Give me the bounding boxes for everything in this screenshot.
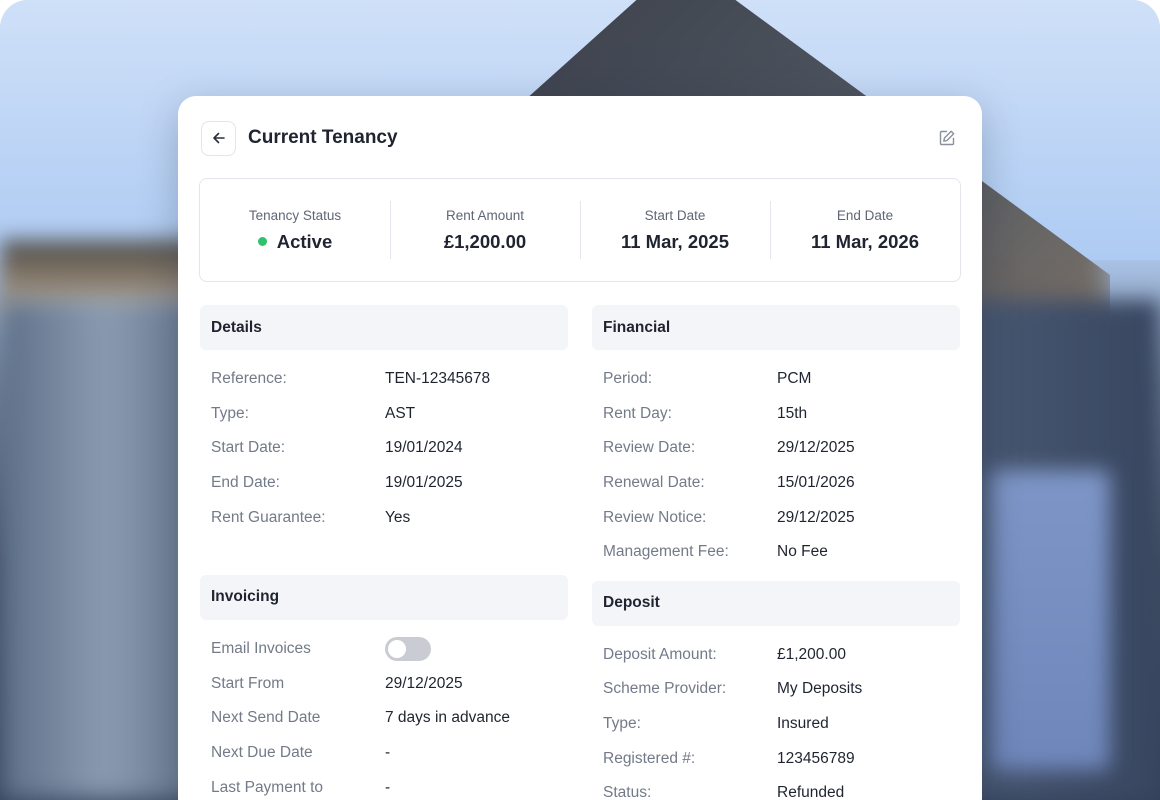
deposit-key: Registered #:: [603, 749, 696, 767]
deposit-value: Insured: [777, 715, 829, 733]
detail-row: Rent Guarantee: Yes: [200, 500, 568, 535]
summary-rent: Rent Amount £1,200.00: [390, 201, 580, 259]
details-list: Reference: TEN-12345678 Type: AST Start Da…: [200, 350, 568, 535]
financial-key: Renewal Date:: [603, 474, 705, 492]
financial-row: Rent Day: 15th: [592, 397, 960, 432]
financial-key: Management Fee:: [603, 543, 729, 561]
deposit-value: Refunded: [777, 784, 845, 800]
detail-value: AST: [385, 404, 416, 422]
financial-key: Review Notice:: [603, 508, 707, 526]
detail-key: Type:: [211, 404, 249, 422]
status-dot: [257, 237, 267, 246]
left-column: Details Reference: TEN-12345678 Type: AST …: [200, 305, 568, 800]
deposit-key: Deposit Amount:: [603, 645, 717, 663]
detail-key: End Date:: [211, 474, 280, 492]
invoicing-key: Next Due Date: [211, 744, 313, 762]
financial-value: 15/01/2026: [777, 474, 855, 492]
financial-value: 15th: [777, 404, 808, 422]
rent-value: £1,200.00: [443, 230, 527, 252]
deposit-key: Status:: [603, 784, 652, 800]
invoicing-row-email: Email Invoices: [200, 632, 568, 667]
detail-value: Yes: [385, 508, 411, 526]
deposit-key: Type:: [603, 715, 641, 733]
back-button[interactable]: [201, 120, 236, 156]
financial-value: PCM: [777, 370, 812, 388]
deposit-value: 123456789: [777, 749, 855, 767]
detail-row: Start Date: 19/01/2024: [200, 431, 568, 466]
details-header: Details: [200, 305, 568, 350]
invoicing-header: Invoicing: [200, 574, 568, 620]
start-date-value: 11 Mar, 2025: [620, 230, 729, 252]
email-invoices-label: Email Invoices: [211, 640, 311, 658]
invoicing-value: 7 days in advance: [385, 709, 510, 727]
detail-key: Reference:: [211, 370, 287, 388]
tenancy-summary: Tenancy Status Active Rent Amount £1,200…: [199, 178, 961, 282]
invoicing-value: -: [385, 744, 391, 762]
invoicing-row: Last Payment to -: [200, 770, 568, 800]
financial-value: 29/12/2025: [777, 439, 855, 457]
email-invoices-toggle[interactable]: [385, 637, 431, 662]
deposit-row: Status: Refunded: [592, 776, 960, 800]
edit-icon: [939, 130, 955, 146]
deposit-row: Deposit Amount: £1,200.00: [592, 638, 960, 673]
invoicing-key: Next Send Date: [211, 709, 321, 727]
summary-status: Tenancy Status Active: [200, 201, 390, 259]
invoicing-row: Start From 29/12/2025: [200, 667, 568, 702]
detail-row: End Date: 19/01/2025: [200, 466, 568, 501]
end-date-value: 11 Mar, 2026: [810, 230, 919, 252]
financial-key: Rent Day:: [603, 404, 672, 422]
arrow-left-icon: [212, 132, 225, 144]
deposit-row: Scheme Provider: My Deposits: [592, 672, 960, 707]
deposit-list: Deposit Amount: £1,200.00 Scheme Provider…: [592, 626, 960, 800]
financial-list: Period: PCM Rent Day: 15th Review Date: 29/…: [592, 350, 960, 570]
status-value: Active: [200, 231, 390, 253]
financial-row: Period: PCM: [592, 362, 960, 397]
invoicing-row: Next Send Date 7 days in advance: [200, 701, 568, 736]
rent-label: Rent Amount: [445, 207, 525, 223]
invoicing-row: Next Due Date -: [200, 736, 568, 771]
deposit-value: £1,200.00: [777, 645, 846, 663]
edit-button[interactable]: [936, 127, 958, 149]
financial-key: Review Date:: [603, 439, 696, 457]
financial-value: 29/12/2025: [777, 508, 855, 526]
deposit-key: Scheme Provider:: [603, 680, 727, 698]
status-text: Active: [276, 230, 333, 252]
invoicing-key: Last Payment to: [211, 778, 324, 796]
background-window: [990, 470, 1110, 770]
invoicing-value: -: [385, 778, 391, 796]
page-title: Current Tenancy: [248, 127, 398, 148]
detail-value: 19/01/2025: [385, 474, 463, 492]
summary-end: End Date 11 Mar, 2026: [770, 201, 960, 259]
financial-key: Period:: [603, 370, 653, 388]
summary-start: Start Date 11 Mar, 2025: [580, 201, 770, 259]
detail-row: Type: AST: [200, 397, 568, 432]
right-column: Financial Period: PCM Rent Day: 15th Revie…: [592, 305, 960, 800]
financial-row: Review Date: 29/12/2025: [592, 431, 960, 466]
end-date-label: End Date: [836, 207, 894, 223]
financial-value: No Fee: [777, 543, 828, 561]
deposit-value: My Deposits: [777, 680, 863, 698]
financial-row: Review Notice: 29/12/2025: [592, 500, 960, 535]
detail-key: Start Date:: [211, 439, 286, 457]
card-header: Current Tenancy: [201, 120, 958, 156]
financial-row: Management Fee: No Fee: [592, 535, 960, 570]
detail-key: Rent Guarantee:: [211, 508, 326, 526]
deposit-header: Deposit: [592, 580, 960, 626]
detail-value: TEN-12345678: [385, 370, 491, 388]
tenancy-card: Current Tenancy Tenancy Status Active Re…: [178, 96, 982, 800]
deposit-row: Registered #: 123456789: [592, 741, 960, 776]
toggle-knob: [388, 640, 406, 659]
status-label: Tenancy Status: [248, 207, 342, 223]
invoicing-value: 29/12/2025: [385, 674, 463, 692]
invoicing-list: Email Invoices Start From 29/12/2025 Next…: [200, 620, 568, 800]
background-photo: Current Tenancy Tenancy Status Active Re…: [0, 0, 1160, 800]
financial-row: Renewal Date: 15/01/2026: [592, 466, 960, 501]
detail-value: 19/01/2024: [385, 439, 463, 457]
detail-row: Reference: TEN-12345678: [200, 362, 568, 397]
start-date-label: Start Date: [644, 207, 706, 223]
invoicing-key: Start From: [211, 674, 285, 692]
deposit-row: Type: Insured: [592, 707, 960, 742]
financial-header: Financial: [592, 305, 960, 350]
